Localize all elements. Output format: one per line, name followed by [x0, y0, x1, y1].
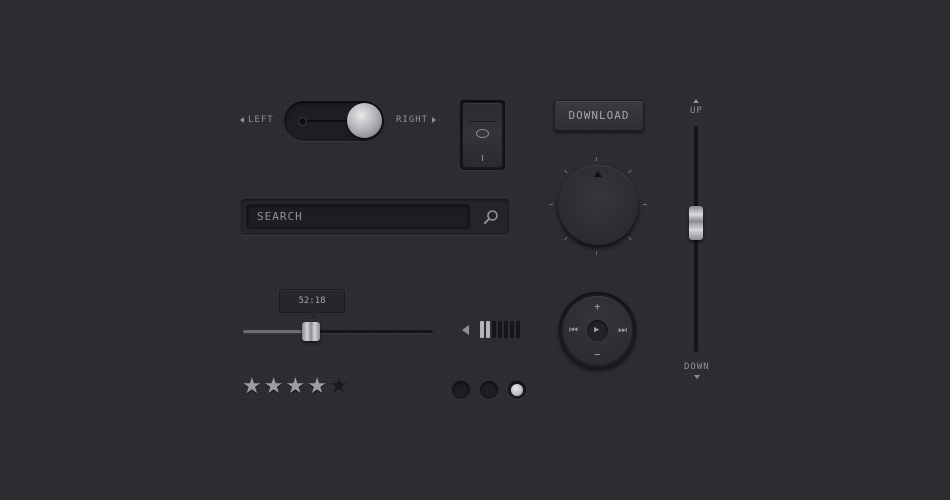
- seek-slider-thumb[interactable]: [302, 322, 320, 341]
- vslider-down-label: DOWN: [684, 362, 710, 379]
- arrow-up-icon: [693, 99, 700, 103]
- dial-tick: [596, 157, 597, 161]
- volume-bar[interactable]: [498, 321, 502, 338]
- star-rating[interactable]: ★ ★ ★ ★ ★: [242, 376, 349, 398]
- arrow-down-icon: [693, 375, 700, 379]
- toggle-dot: [298, 117, 307, 126]
- media-ring: + − ⏮ ⏭ ▶: [563, 296, 632, 365]
- search-bar: [241, 199, 509, 235]
- dial-tick: [628, 236, 632, 241]
- dial-tick: [564, 236, 568, 241]
- toggle-left-label: LEFT: [240, 115, 274, 125]
- play-icon: ▶: [594, 325, 600, 335]
- rocker-switch[interactable]: [460, 100, 505, 170]
- time-tooltip: 52:18: [279, 289, 345, 318]
- dial-tick: [628, 169, 632, 174]
- left-right-toggle[interactable]: [284, 101, 384, 141]
- speaker-icon: [462, 324, 469, 335]
- dial-tick: [643, 204, 647, 205]
- volume-bar[interactable]: [516, 321, 520, 338]
- volume-bar[interactable]: [480, 321, 484, 338]
- arrow-left-icon: [240, 117, 244, 123]
- star-icon[interactable]: ★: [242, 376, 262, 398]
- vertical-slider-thumb[interactable]: [689, 206, 703, 240]
- page-dot[interactable]: [452, 381, 470, 399]
- volume-bar[interactable]: [504, 321, 508, 338]
- dial-pointer-icon: [594, 171, 602, 177]
- volume-down-icon[interactable]: −: [594, 349, 601, 360]
- rotary-knob[interactable]: [558, 165, 638, 245]
- power-off-icon: [476, 129, 489, 138]
- volume-bar[interactable]: [486, 321, 490, 338]
- volume-bar[interactable]: [492, 321, 496, 338]
- seek-slider-track[interactable]: [243, 330, 433, 333]
- toggle-right-label: RIGHT: [396, 115, 437, 125]
- search-icon[interactable]: [483, 209, 499, 225]
- previous-icon[interactable]: ⏮: [569, 325, 578, 336]
- search-input[interactable]: [246, 204, 470, 229]
- vslider-up-label: UP: [690, 99, 703, 116]
- volume-bar[interactable]: [510, 321, 514, 338]
- volume-up-icon[interactable]: +: [594, 301, 601, 312]
- star-empty-icon[interactable]: ★: [329, 376, 349, 398]
- star-icon[interactable]: ★: [285, 376, 305, 398]
- page-dot-active[interactable]: [508, 381, 526, 399]
- media-control: + − ⏮ ⏭ ▶: [559, 292, 636, 369]
- rocker-divider: [469, 121, 496, 122]
- power-on-icon: [482, 155, 483, 161]
- rocker-face[interactable]: [463, 103, 502, 167]
- next-icon[interactable]: ⏭: [618, 325, 627, 336]
- seek-slider-fill: [243, 330, 311, 333]
- page-dot[interactable]: [480, 381, 498, 399]
- dial-tick: [564, 169, 568, 174]
- star-icon[interactable]: ★: [264, 376, 284, 398]
- toggle-knob[interactable]: [347, 103, 382, 138]
- arrow-right-icon: [432, 117, 437, 123]
- download-button[interactable]: DOWNLOAD: [554, 100, 644, 131]
- dial-tick: [549, 204, 553, 205]
- pagination-dots: [452, 381, 526, 399]
- play-button[interactable]: ▶: [587, 320, 608, 341]
- star-icon[interactable]: ★: [307, 376, 327, 398]
- dial-tick: [596, 251, 597, 255]
- volume-control[interactable]: [462, 321, 520, 338]
